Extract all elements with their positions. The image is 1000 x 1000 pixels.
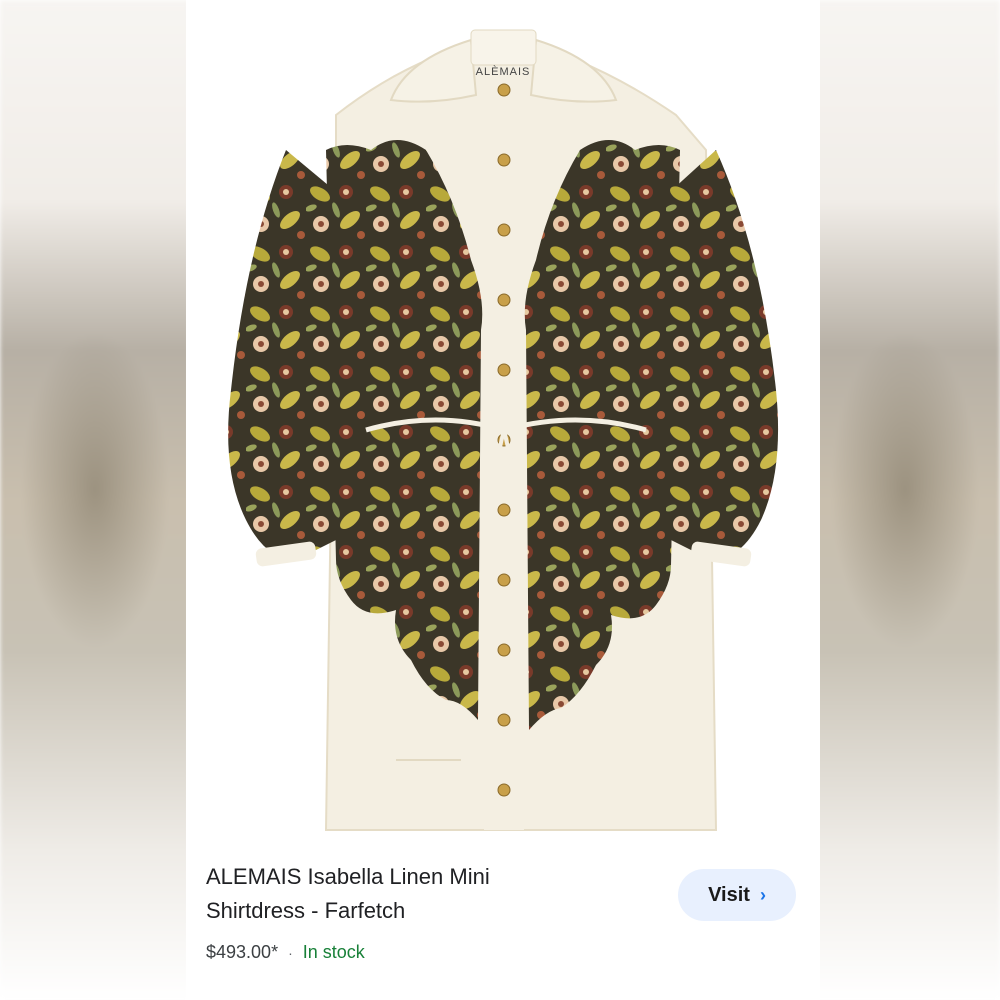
blurred-backdrop-left (0, 0, 190, 1000)
visit-button-label: Visit (708, 883, 750, 906)
garment-label-text: ALÈMAIS (476, 65, 531, 78)
product-title-line2: Shirtdress - Farfetch (206, 898, 406, 923)
product-image[interactable]: ALÈMAIS (186, 0, 820, 840)
product-info: ALEMAIS Isabella Linen Mini Shirtdress -… (206, 860, 676, 963)
product-title-line1: ALEMAIS Isabella Linen Mini (206, 864, 490, 889)
meta-separator: · (288, 944, 293, 961)
product-card[interactable]: ALÈMAIS ALEMAIS Isabella Linen Mini Shir… (186, 0, 820, 1000)
product-meta: $493.00* · In stock (206, 942, 676, 963)
availability-status: In stock (302, 942, 365, 962)
shirtdress-illustration: ALÈMAIS (228, 29, 779, 831)
chevron-right-icon: › (759, 884, 766, 905)
product-price: $493.00* (206, 942, 279, 962)
visit-button[interactable]: Visit › (678, 869, 796, 921)
blurred-backdrop-right (810, 0, 1000, 1000)
product-title[interactable]: ALEMAIS Isabella Linen Mini Shirtdress -… (206, 860, 676, 928)
